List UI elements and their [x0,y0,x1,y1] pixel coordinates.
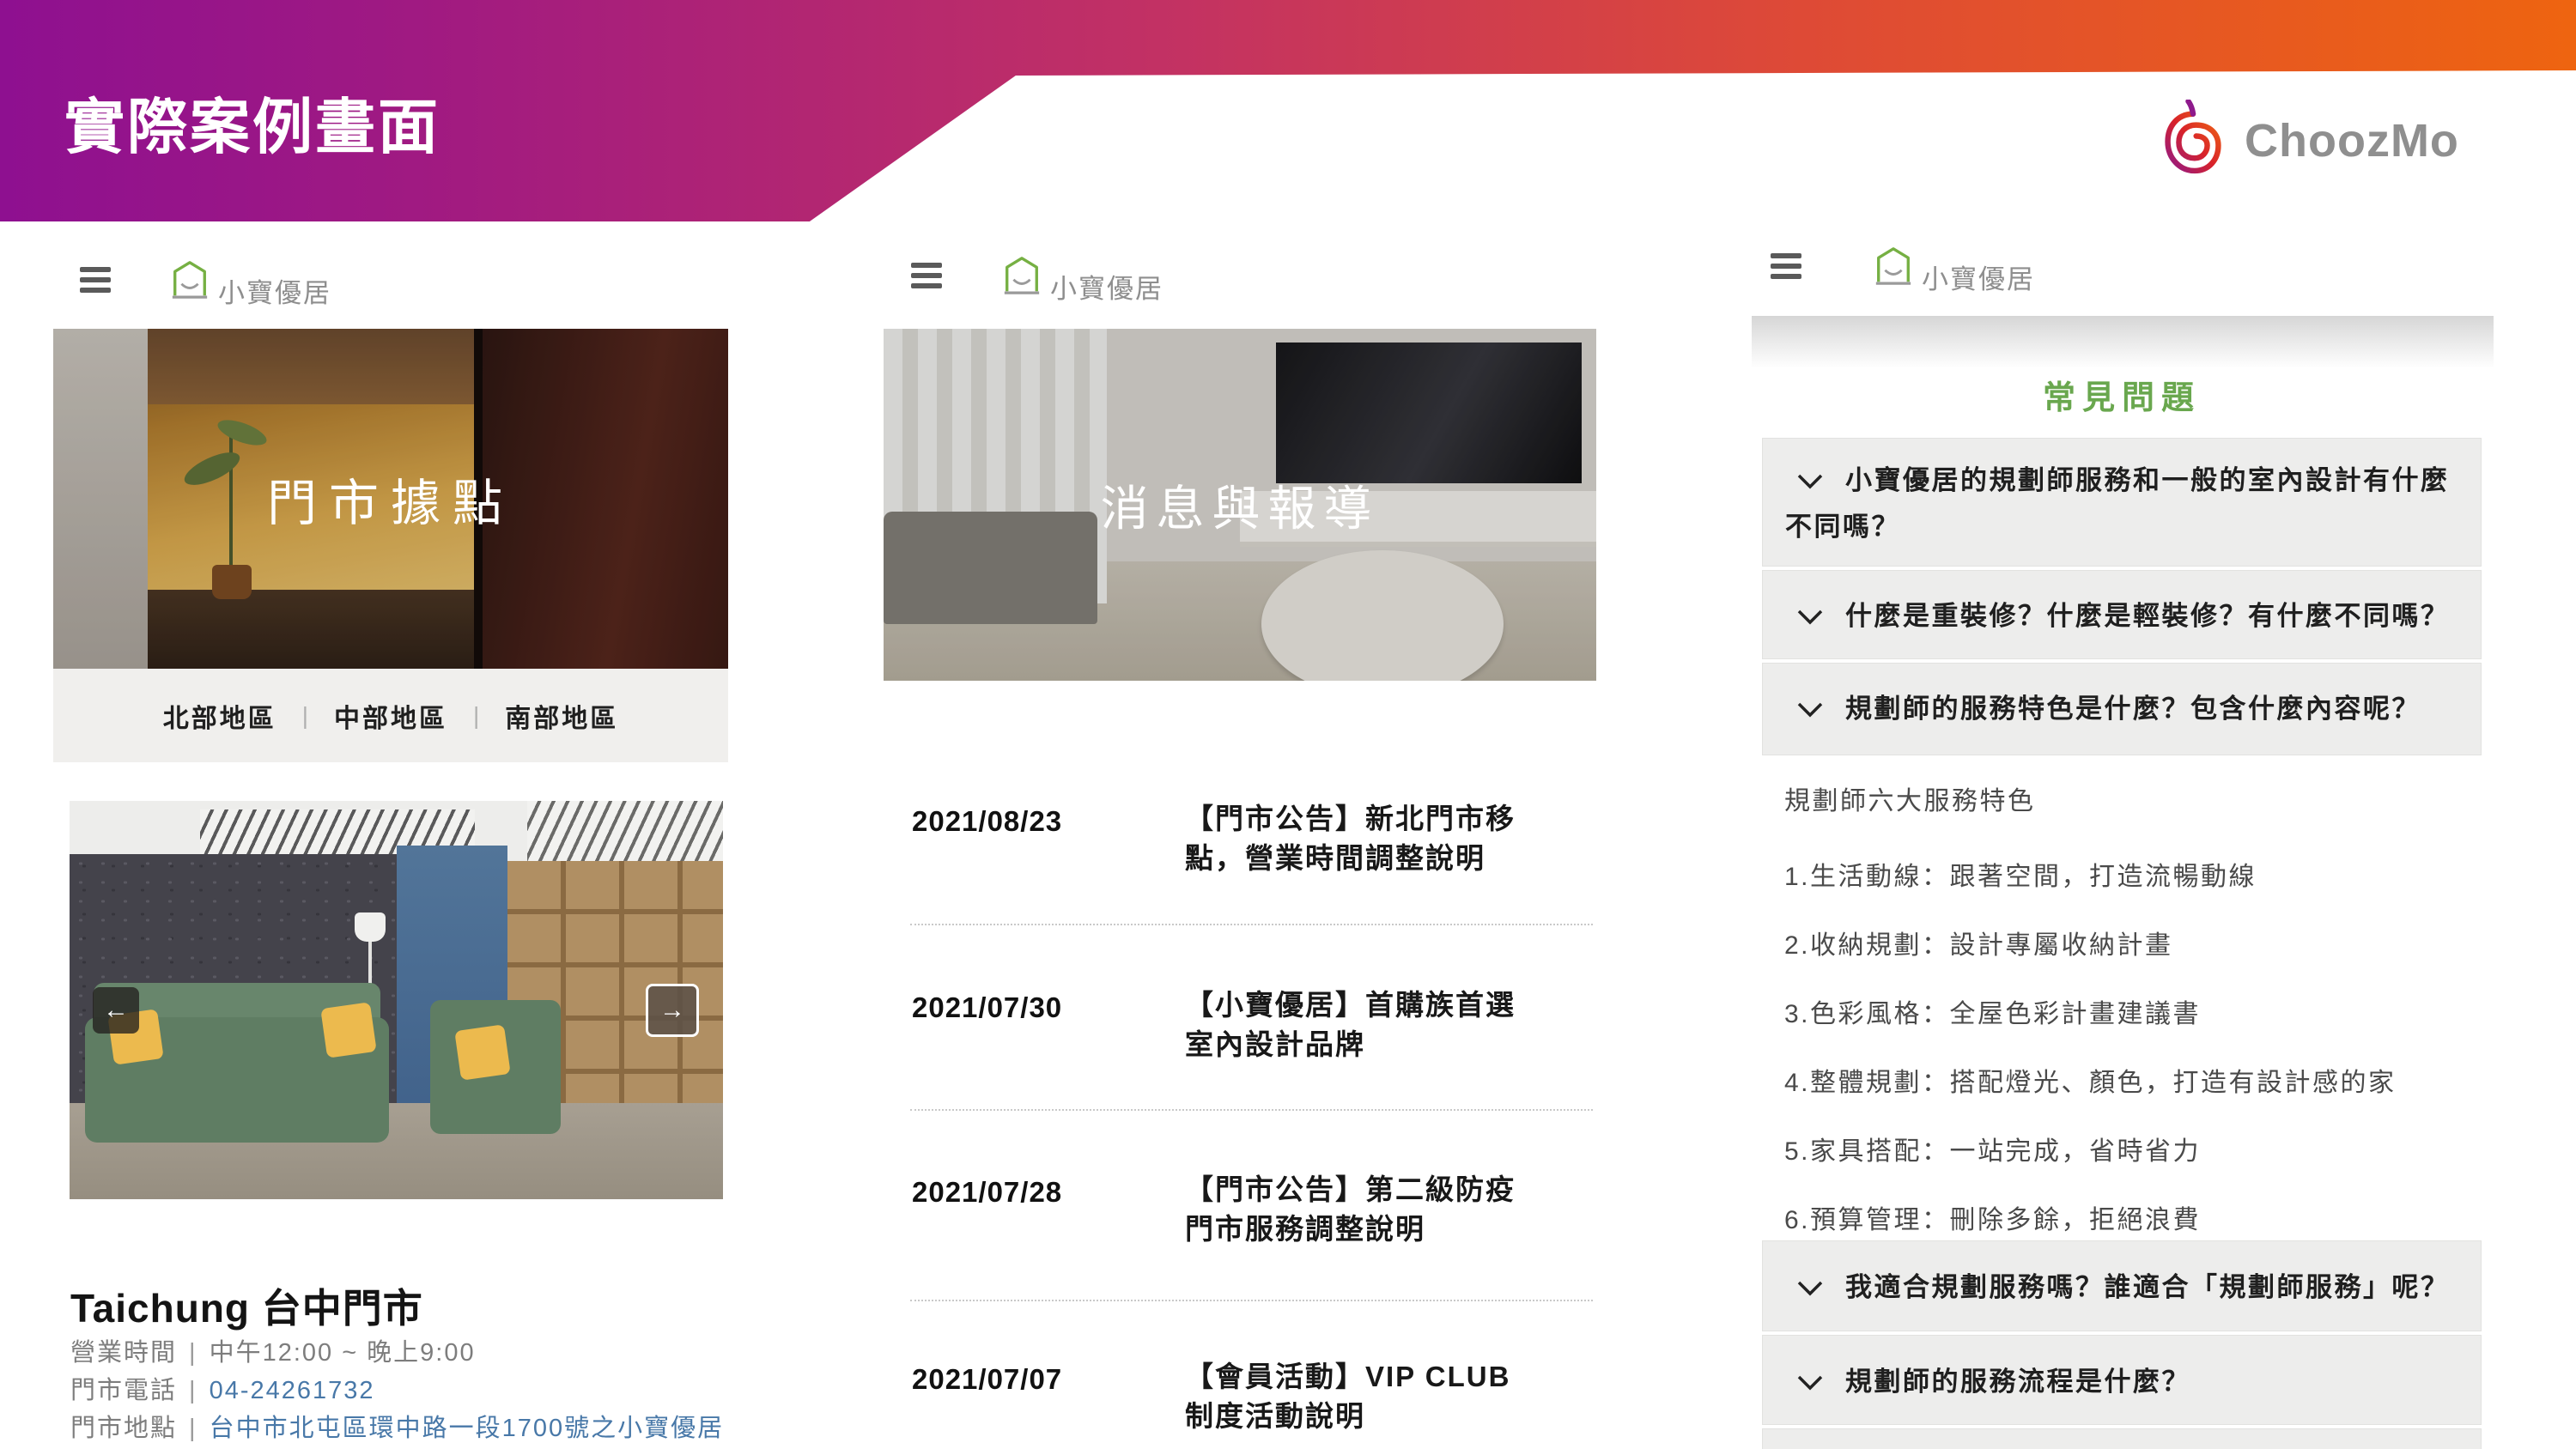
scroll-shadow [1752,316,2494,378]
faq-answer-item: 4.整體規劃：搭配燈光、顏色，打造有設計感的家 [1784,1061,2397,1099]
chevron-down-icon[interactable] [1795,1373,1825,1392]
news-hero-title: 消息與報導 [884,329,1596,681]
store-info-row-parking: 停車資訊|門市停車場 [70,1446,740,1449]
page-title: 實際案例畫面 [64,79,440,166]
chevron-down-icon[interactable] [1795,472,1825,491]
faq-item[interactable]: 規劃師的服務流程是什麼？ [1762,1335,2482,1425]
news-divider [910,924,1593,925]
address-link[interactable]: 台中市北屯區環中路一段1700號之小寶優居 [210,1415,725,1442]
news-date[interactable]: 2021/07/28 [912,1176,1062,1209]
faq-item[interactable]: 我適合規劃服務嗎？誰適合「規劃師服務」呢？ [1762,1240,2482,1331]
store-carousel-image [70,801,723,1199]
store-info-row-address: 門市地點|台中市北屯區環中路一段1700號之小寶優居 [70,1408,740,1446]
site-logo-house-icon[interactable] [1000,254,1043,295]
arrow-left-icon: ← [103,996,129,1025]
faq-answer-intro: 規劃師六大服務特色 [1784,779,2036,817]
tab-separator: | [302,702,308,730]
news-date[interactable]: 2021/07/30 [912,991,1062,1024]
faq-item[interactable]: 小寶優居的規劃師服務和一般的室內設計有什麼不同嗎？ [1762,438,2482,567]
news-divider [910,1109,1593,1111]
store-info-row-hours: 營業時間|中午12:00 ~ 晚上9:00 [70,1332,740,1370]
slide-canvas: 實際案例畫面 ChoozMo 小寶優居 門市據點 [0,0,2576,1449]
faq-page-title: 常見問題 [1762,371,2482,418]
faq-question: 規劃師的服務特色是什麼？包含什麼內容呢？ [1845,694,2421,724]
menu-icon[interactable] [911,263,942,288]
faq-item[interactable] [1762,1428,2482,1449]
faq-item[interactable]: 什麼是重裝修？什麼是輕裝修？有什麼不同嗎？ [1762,570,2482,659]
region-tabs: 北部地區 | 中部地區 | 南部地區 [53,669,728,762]
faq-answer-item: 6.預算管理：刪除多餘，拒絕浪費 [1784,1198,2201,1236]
carousel-next-button[interactable]: → [646,984,699,1037]
faq-question: 小寶優居的規劃師服務和一般的室內設計有什麼不同嗎？ [1785,465,2450,542]
news-date[interactable]: 2021/08/23 [912,805,1062,838]
site-name[interactable]: 小寶優居 [1050,267,1163,306]
faq-question: 我適合規劃服務嗎？誰適合「規劃師服務」呢？ [1845,1272,2450,1302]
store-hero-title: 門市據點 [53,329,728,669]
store-hero-image: 門市據點 [53,329,728,669]
news-hero-image: 消息與報導 [884,329,1596,681]
faq-question: 什麼是重裝修？什麼是輕裝修？有什麼不同嗎？ [1845,601,2450,631]
news-title[interactable]: 【小寶優居】首購族首選室內設計品牌 [1185,985,1528,1064]
news-title[interactable]: 【會員活動】VIP CLUB制度活動說明 [1185,1357,1528,1436]
arrow-right-icon: → [659,996,685,1025]
choozmo-logo: ChoozMo [2154,100,2459,182]
faq-answer-item: 1.生活動線：跟著空間，打造流暢動線 [1784,855,2257,893]
faq-answer-item: 5.家具搭配：一站完成，省時省力 [1784,1130,2201,1167]
chevron-down-icon[interactable] [1795,1279,1825,1298]
faq-item[interactable]: 規劃師的服務特色是什麼？包含什麼內容呢？ [1762,663,2482,755]
faq-answer-item: 3.色彩風格：全屋色彩計畫建議書 [1784,992,2201,1030]
choozmo-spiral-icon [2154,100,2233,182]
faq-question: 規劃師的服務流程是什麼？ [1845,1367,2190,1397]
faq-answer-item: 2.收納規劃：設計專屬收納計畫 [1784,924,2173,961]
phone-link[interactable]: 04-24261732 [210,1377,375,1404]
choozmo-logo-text: ChoozMo [2245,114,2459,167]
tab-north[interactable]: 北部地區 [163,697,276,735]
carousel-prev-button[interactable]: ← [93,987,139,1034]
chevron-down-icon[interactable] [1795,700,1825,719]
news-title[interactable]: 【門市公告】新北門市移點，營業時間調整說明 [1185,799,1528,878]
news-title[interactable]: 【門市公告】第二級防疫 門市服務調整說明 [1185,1170,1528,1249]
tab-south[interactable]: 南部地區 [505,697,618,735]
chevron-down-icon[interactable] [1795,608,1825,627]
tab-central[interactable]: 中部地區 [334,697,447,735]
menu-icon[interactable] [80,267,111,293]
news-divider [910,1300,1593,1301]
store-info-list: 營業時間|中午12:00 ~ 晚上9:00 門市電話|04-24261732 門… [70,1332,740,1449]
store-title: Taichung 台中門市 [70,1277,423,1334]
menu-icon[interactable] [1771,253,1801,279]
site-logo-house-icon[interactable] [168,258,211,300]
store-info-row-phone: 門市電話|04-24261732 [70,1370,740,1408]
site-logo-house-icon[interactable] [1872,245,1915,286]
site-name[interactable]: 小寶優居 [218,271,331,310]
news-date[interactable]: 2021/07/07 [912,1363,1062,1396]
tab-separator: | [473,702,479,730]
site-name[interactable]: 小寶優居 [1922,258,2035,296]
